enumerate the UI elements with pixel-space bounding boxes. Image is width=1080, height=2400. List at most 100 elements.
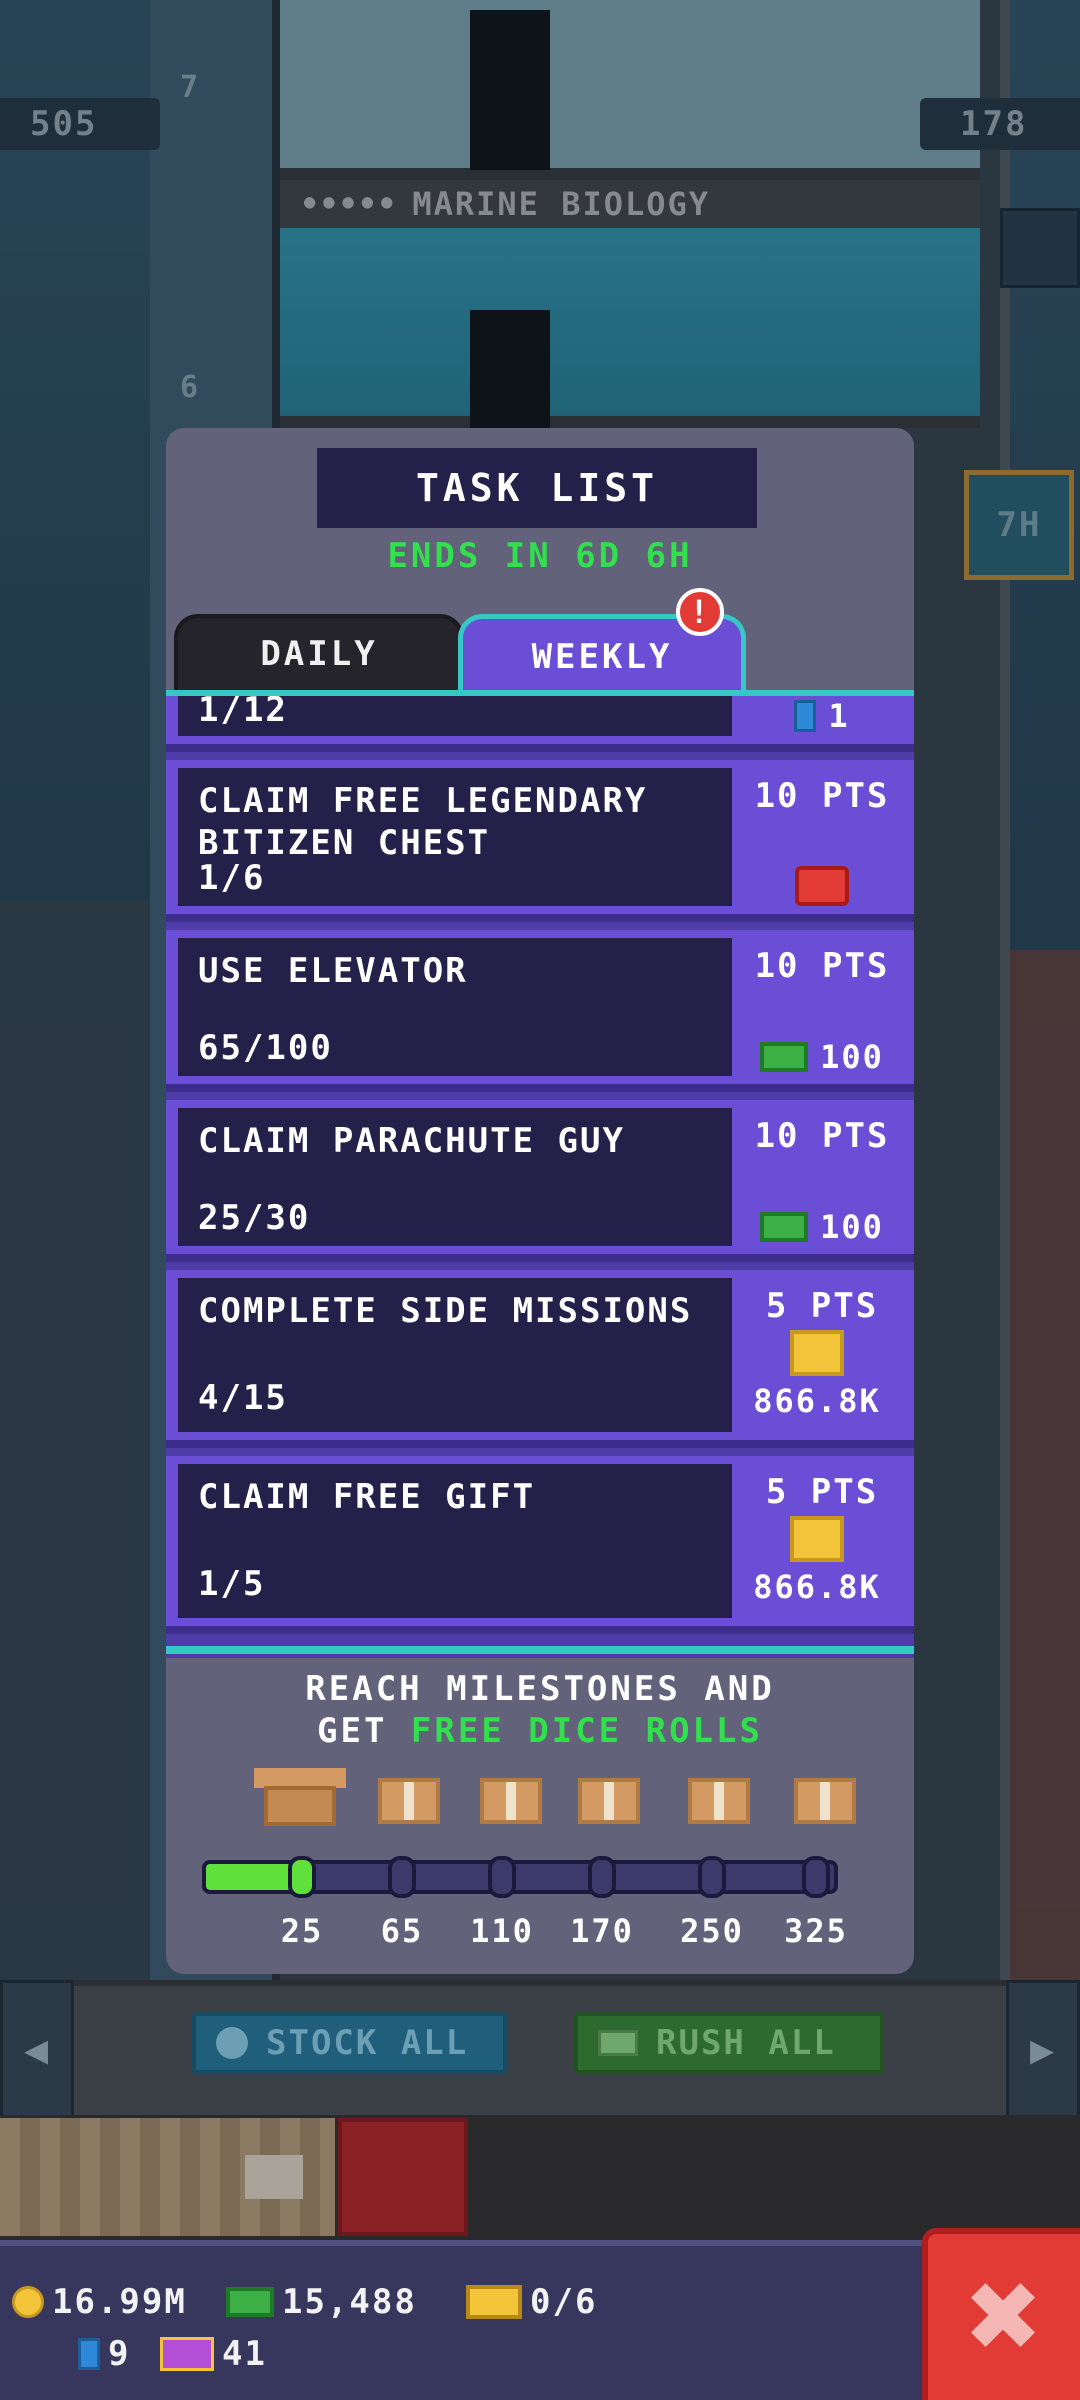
box-icon[interactable] xyxy=(688,1778,750,1824)
milestone-knob xyxy=(288,1856,316,1898)
rush-all-label: RUSH ALL xyxy=(656,2023,836,2063)
vip-value: 0/6 xyxy=(530,2282,598,2322)
bux-icon xyxy=(760,1042,809,1072)
coin-icon xyxy=(12,2286,44,2318)
task-reward: 100 xyxy=(742,1208,902,1246)
milestone-divider xyxy=(166,1646,914,1654)
task-reward-value: 100 xyxy=(820,1208,884,1246)
box-lid xyxy=(254,1768,346,1788)
tab-weekly-label: WEEKLY xyxy=(531,636,673,677)
task-progress: 1/5 xyxy=(198,1564,266,1604)
bux-icon xyxy=(598,2030,638,2056)
task-box: CLAIM FREE GIFT 1/5 xyxy=(178,1464,732,1618)
stock-all-button[interactable]: STOCK ALL xyxy=(192,2012,507,2074)
milestone-line1: REACH MILESTONES AND xyxy=(305,1669,775,1709)
milestone-caption: REACH MILESTONES AND GET FREE DICE ROLLS xyxy=(166,1668,914,1752)
task-row[interactable]: CLAIM FREE GIFT 1/5 5 PTS 866.8K xyxy=(166,1456,914,1634)
task-reward-value: 1 xyxy=(828,697,850,735)
milestone-label: 25 xyxy=(280,1912,324,1950)
task-reward-value: 866.8K xyxy=(753,1382,881,1420)
bux-icon xyxy=(226,2287,274,2317)
task-row[interactable]: CLAIM FREE LEGENDARY BITIZEN CHEST 1/6 1… xyxy=(166,760,914,922)
milestone-progress-fill xyxy=(202,1860,302,1894)
milestone-line2-prefix: GET xyxy=(317,1711,411,1751)
task-name: CLAIM PARACHUTE GUY xyxy=(198,1121,625,1161)
dice-counter[interactable]: 41 xyxy=(160,2334,267,2374)
modal-title: TASK LIST xyxy=(317,448,757,528)
task-progress: 1/12 xyxy=(198,696,288,730)
task-name: USE ELEVATOR xyxy=(198,951,468,991)
tab-daily[interactable]: DAILY xyxy=(174,614,464,694)
task-name: COMPLETE SIDE MISSIONS xyxy=(198,1291,693,1331)
task-reward: 1 xyxy=(742,696,902,736)
milestone-label: 325 xyxy=(784,1912,848,1950)
task-reward[interactable] xyxy=(742,866,902,906)
elevator-control[interactable] xyxy=(338,2118,468,2236)
task-progress: 1/6 xyxy=(198,858,266,898)
coins-value: 16.99M xyxy=(52,2282,187,2322)
dice-value: 41 xyxy=(222,2334,267,2374)
milestone-label: 65 xyxy=(380,1912,424,1950)
milestone-knob xyxy=(802,1856,830,1898)
task-progress: 4/15 xyxy=(198,1378,288,1418)
box-icon[interactable] xyxy=(794,1778,856,1824)
alert-badge-icon: ! xyxy=(676,588,724,636)
task-box: USE ELEVATOR 65/100 xyxy=(178,938,732,1076)
box-icon[interactable] xyxy=(378,1778,440,1824)
task-box: COMPLETE SIDE MISSIONS 4/15 xyxy=(178,1278,732,1432)
nav-left-button[interactable]: ◀ xyxy=(0,1980,74,2120)
coins-icon xyxy=(790,1330,844,1376)
milestone-line2: GET FREE DICE ROLLS xyxy=(166,1710,914,1752)
milestone-knob xyxy=(698,1856,726,1898)
task-points: 5 PTS xyxy=(765,1472,879,1512)
gems-value: 9 xyxy=(108,2334,131,2374)
task-box: CLAIM PARACHUTE GUY 25/30 xyxy=(178,1108,732,1246)
bux-value: 15,488 xyxy=(282,2282,417,2322)
box-icon[interactable] xyxy=(480,1778,542,1824)
task-row[interactable]: USE ELEVATOR 65/100 10 PTS 100 xyxy=(166,930,914,1092)
task-reward: 866.8K xyxy=(732,1516,902,1606)
task-reward: 866.8K xyxy=(732,1330,902,1420)
nav-right-button[interactable]: ▶ xyxy=(1006,1980,1080,2120)
tab-daily-label: DAILY xyxy=(260,634,378,674)
task-list-modal: TASK LIST ENDS IN 6D 6H DAILY WEEKLY ! 1… xyxy=(166,428,914,1974)
task-progress: 25/30 xyxy=(198,1198,311,1238)
action-bar xyxy=(0,1980,1080,2120)
close-button[interactable]: ✖ xyxy=(922,2228,1080,2400)
milestone-knob xyxy=(388,1856,416,1898)
box-base xyxy=(264,1786,336,1826)
ends-countdown: ENDS IN 6D 6H xyxy=(387,536,693,576)
clock-icon xyxy=(216,2027,248,2059)
milestone-knob xyxy=(488,1856,516,1898)
gem-icon xyxy=(78,2338,100,2370)
opened-box-icon[interactable] xyxy=(254,1768,346,1828)
vip-counter[interactable]: 0/6 xyxy=(466,2282,597,2322)
rush-all-button[interactable]: RUSH ALL xyxy=(574,2012,884,2074)
coins-icon xyxy=(790,1516,844,1562)
milestone-knob xyxy=(588,1856,616,1898)
task-points: 10 PTS xyxy=(754,1116,890,1156)
task-row[interactable]: CLAIM PARACHUTE GUY 25/30 10 PTS 100 xyxy=(166,1100,914,1262)
box-icon[interactable] xyxy=(578,1778,640,1824)
modal-title-label: TASK LIST xyxy=(416,466,658,510)
bux-counter[interactable]: 15,488 xyxy=(226,2282,417,2322)
milestone-label: 110 xyxy=(470,1912,534,1950)
gem-icon xyxy=(794,700,817,732)
milestone-label: 170 xyxy=(570,1912,634,1950)
close-icon: ✖ xyxy=(962,2261,1046,2373)
video-chest-icon xyxy=(795,866,849,906)
task-points: 10 PTS xyxy=(754,776,890,816)
task-points: 10 PTS xyxy=(754,946,890,986)
task-list[interactable]: 1/12 1 CLAIM FREE LEGENDARY BITIZEN CHES… xyxy=(166,696,914,1658)
task-row[interactable]: COMPLETE SIDE MISSIONS 4/15 5 PTS 866.8K xyxy=(166,1270,914,1448)
task-reward-value: 100 xyxy=(820,1038,884,1076)
gems-counter[interactable]: 9 xyxy=(78,2334,130,2374)
alert-glyph: ! xyxy=(689,593,711,631)
stock-all-label: STOCK ALL xyxy=(266,2023,469,2063)
milestone-highlight: FREE DICE ROLLS xyxy=(410,1711,763,1751)
task-points: 5 PTS xyxy=(765,1286,879,1326)
bux-icon xyxy=(760,1212,809,1242)
coins-counter[interactable]: 16.99M xyxy=(12,2282,187,2322)
task-row-partial[interactable]: 1/12 1 xyxy=(166,696,914,752)
task-progress: 65/100 xyxy=(198,1028,333,1068)
